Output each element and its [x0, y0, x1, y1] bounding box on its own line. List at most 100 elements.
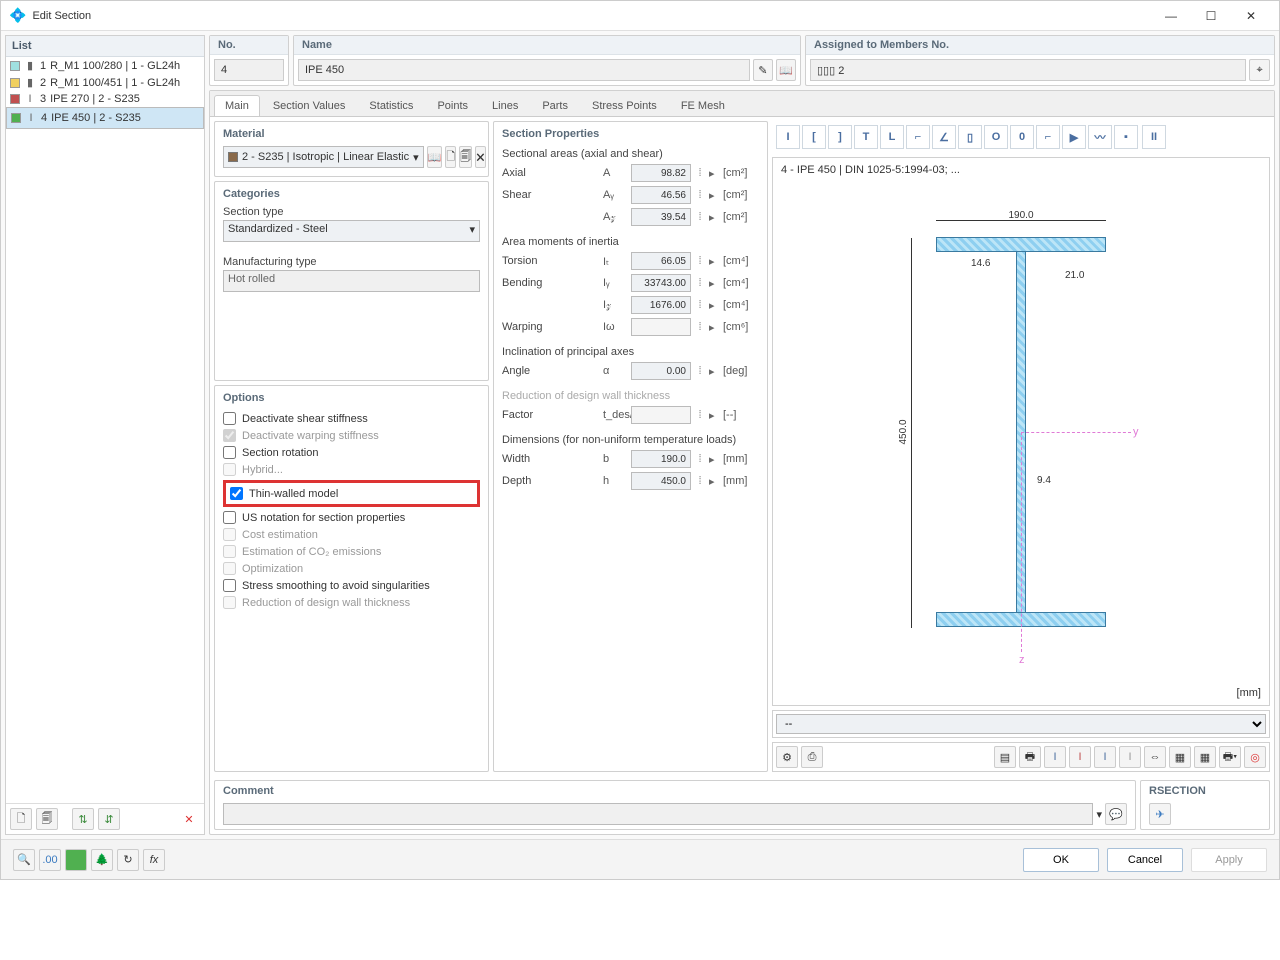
tree-button[interactable]: 🌲	[91, 849, 113, 871]
option-row[interactable]: Section rotation	[223, 444, 480, 461]
option-checkbox[interactable]	[223, 412, 236, 425]
shape-button-0[interactable]: I	[776, 125, 800, 149]
option-row[interactable]: Deactivate shear stiffness	[223, 410, 480, 427]
tab-points[interactable]: Points	[426, 95, 479, 116]
close-button[interactable]: ✕	[1231, 2, 1271, 30]
ok-button[interactable]: OK	[1023, 848, 1099, 872]
tab-parts[interactable]: Parts	[531, 95, 579, 116]
section-type-select[interactable]: Standardized - Steel▾	[223, 220, 480, 242]
shape-button-8[interactable]: O	[984, 125, 1008, 149]
property-value[interactable]	[631, 274, 691, 292]
list-item[interactable]: ▮1R_M1 100/280 | 1 - GL24h	[6, 57, 204, 74]
assigned-input[interactable]	[810, 59, 1246, 81]
shape-button-12[interactable]: 〰	[1088, 125, 1112, 149]
preview-i1-icon[interactable]: I	[1044, 746, 1066, 768]
tab-lines[interactable]: Lines	[481, 95, 529, 116]
preview-layers-icon[interactable]: ▦	[1194, 746, 1216, 768]
tab-main[interactable]: Main	[214, 95, 260, 116]
section-preview[interactable]: 4 - IPE 450 | DIN 1025-5:1994-03; ... [m…	[772, 157, 1270, 706]
section-list[interactable]: ▮1R_M1 100/280 | 1 - GL24h▮2R_M1 100/451…	[6, 57, 204, 803]
shape-button-13[interactable]: ▪	[1114, 125, 1138, 149]
preview-grid-icon[interactable]: ▦	[1169, 746, 1191, 768]
list-sort-button[interactable]: ⇵	[98, 808, 120, 830]
property-value[interactable]	[631, 472, 691, 490]
shape-button-3[interactable]: T	[854, 125, 878, 149]
help-button[interactable]: 🔍	[13, 849, 35, 871]
list-item[interactable]: I3IPE 270 | 2 - S235	[6, 91, 204, 107]
preview-print2-icon[interactable]: 🖶▾	[1219, 746, 1241, 768]
list-delete-button[interactable]: ✕	[178, 808, 200, 830]
assigned-pick-button[interactable]: ⌖	[1249, 59, 1270, 81]
rsection-button[interactable]: ✈	[1149, 803, 1171, 825]
shape-button-11[interactable]: ▶	[1062, 125, 1086, 149]
option-row[interactable]: Stress smoothing to avoid singularities	[223, 577, 480, 594]
preview-target-icon[interactable]: ◎	[1244, 746, 1266, 768]
material-delete-button[interactable]: 🗙	[475, 146, 485, 168]
comment-input[interactable]	[223, 803, 1093, 825]
option-checkbox[interactable]	[223, 579, 236, 592]
preview-print-icon[interactable]: 🖶	[1019, 746, 1041, 768]
cancel-button[interactable]: Cancel	[1107, 848, 1183, 872]
list-sort-az-button[interactable]: ⇅	[72, 808, 94, 830]
tab-bar: MainSection ValuesStatisticsPointsLinesP…	[210, 91, 1274, 117]
preview-tool-1[interactable]: ⚙	[776, 746, 798, 768]
shape-button-6[interactable]: ∠	[932, 125, 956, 149]
name-edit-button[interactable]: ✎	[753, 59, 773, 81]
shape-button-1[interactable]: [	[802, 125, 826, 149]
refresh-button[interactable]: ↻	[117, 849, 139, 871]
shape-button-2[interactable]: ]	[828, 125, 852, 149]
property-value[interactable]	[631, 164, 691, 182]
property-value[interactable]	[631, 252, 691, 270]
no-input[interactable]	[214, 59, 284, 81]
list-new-button[interactable]: 🗋	[10, 808, 32, 830]
list-item[interactable]: ▮2R_M1 100/451 | 1 - GL24h	[6, 74, 204, 91]
fx-button[interactable]: fx	[143, 849, 165, 871]
minimize-button[interactable]: —	[1151, 2, 1191, 30]
property-value[interactable]	[631, 318, 691, 336]
list-item[interactable]: I4IPE 450 | 2 - S235	[6, 107, 204, 129]
material-new-button[interactable]: 🗋	[445, 146, 456, 168]
preview-view-icon[interactable]: ▤	[994, 746, 1016, 768]
material-copy-button[interactable]: 🗐	[459, 146, 472, 168]
property-value[interactable]	[631, 406, 691, 424]
tab-fe-mesh[interactable]: FE Mesh	[670, 95, 736, 116]
property-value[interactable]	[631, 450, 691, 468]
apply-button[interactable]: Apply	[1191, 848, 1267, 872]
shape-button-7[interactable]: ▯	[958, 125, 982, 149]
name-input[interactable]	[298, 59, 750, 81]
red-label: Reduction of design wall thickness	[502, 390, 759, 402]
preview-view-select[interactable]: --	[776, 714, 1266, 734]
property-value[interactable]	[631, 186, 691, 204]
shape-button-9[interactable]: 0	[1010, 125, 1034, 149]
list-copy-button[interactable]: 🗐	[36, 808, 58, 830]
color-button[interactable]	[65, 849, 87, 871]
preview-i3-icon[interactable]: I	[1094, 746, 1116, 768]
preview-tool-2[interactable]: ⎙	[801, 746, 823, 768]
tab-stress-points[interactable]: Stress Points	[581, 95, 668, 116]
option-row: Reduction of design wall thickness	[223, 594, 480, 611]
property-value[interactable]	[631, 362, 691, 380]
maximize-button[interactable]: ☐	[1191, 2, 1231, 30]
no-label: No.	[210, 36, 288, 55]
opt-thin-walled-model[interactable]	[230, 487, 243, 500]
shape-button-5[interactable]: ⌐	[906, 125, 930, 149]
shape-button-extra[interactable]: II	[1142, 125, 1166, 149]
name-library-button[interactable]: 📖	[776, 59, 796, 81]
material-select[interactable]: 2 - S235 | Isotropic | Linear Elastic ▾	[223, 146, 424, 168]
preview-i4-icon[interactable]: I	[1119, 746, 1141, 768]
preview-dim-icon[interactable]: ⇔	[1144, 746, 1166, 768]
shape-button-10[interactable]: ⌐	[1036, 125, 1060, 149]
option-checkbox[interactable]	[223, 446, 236, 459]
tab-statistics[interactable]: Statistics	[358, 95, 424, 116]
tab-section-values[interactable]: Section Values	[262, 95, 357, 116]
preview-toolbar: --	[772, 710, 1270, 738]
comment-button[interactable]: 💬	[1105, 803, 1127, 825]
material-library-button[interactable]: 📖	[427, 146, 443, 168]
units-button[interactable]: .00	[39, 849, 61, 871]
preview-i2-icon[interactable]: I	[1069, 746, 1091, 768]
property-value[interactable]	[631, 296, 691, 314]
option-checkbox[interactable]	[223, 511, 236, 524]
option-row[interactable]: US notation for section properties	[223, 509, 480, 526]
shape-button-4[interactable]: L	[880, 125, 904, 149]
property-value[interactable]	[631, 208, 691, 226]
